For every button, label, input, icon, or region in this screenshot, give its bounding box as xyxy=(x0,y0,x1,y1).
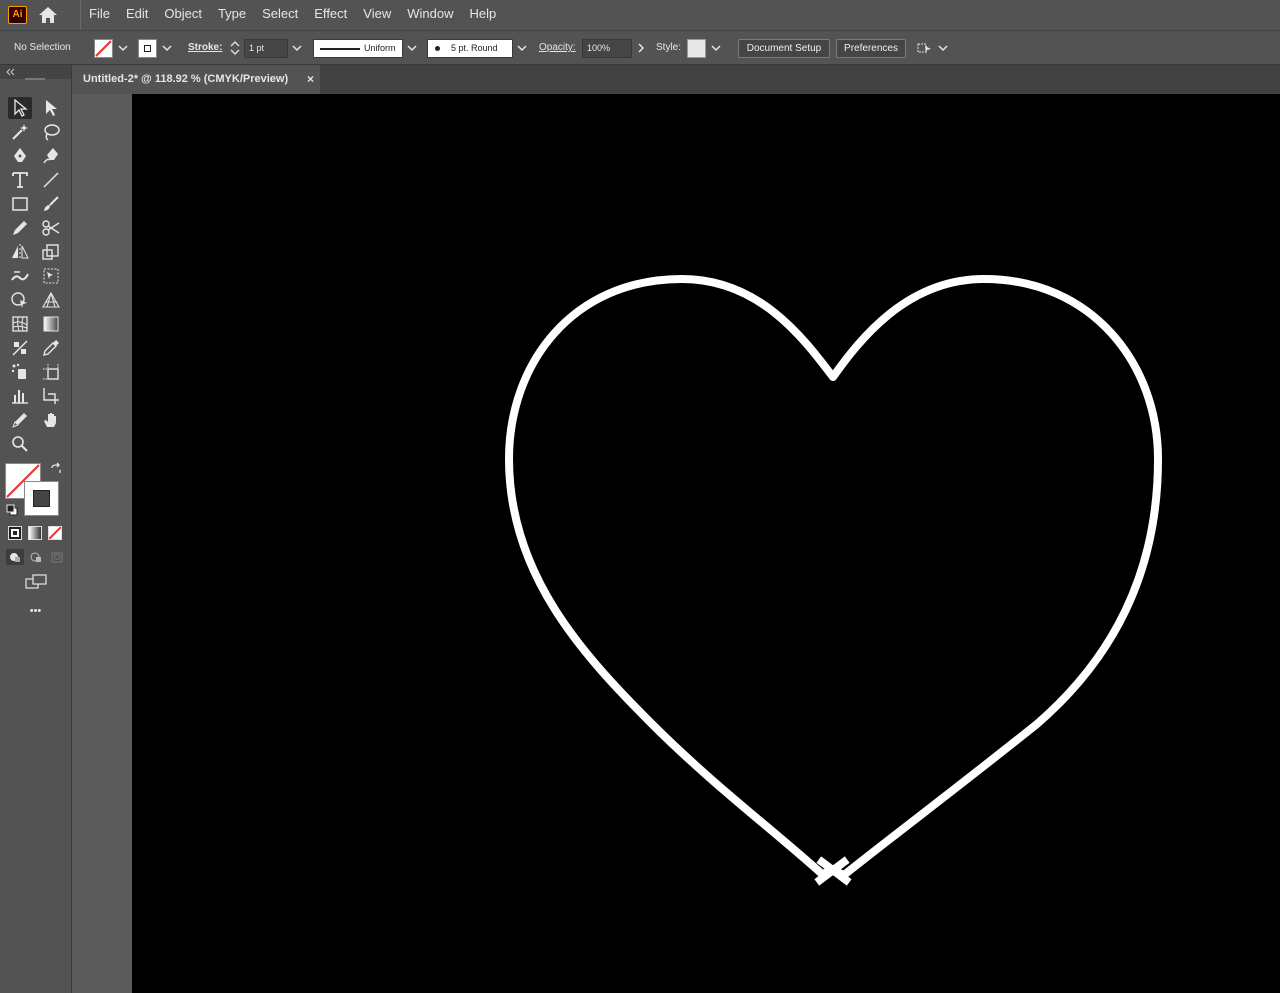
menu-select[interactable]: Select xyxy=(254,0,306,30)
stroke-profile-label: Uniform xyxy=(364,43,396,53)
document-setup-button[interactable]: Document Setup xyxy=(738,39,830,58)
chevron-down-icon[interactable] xyxy=(116,40,130,56)
curvature-tool-icon[interactable] xyxy=(39,145,63,167)
document-tab-title: Untitled-2* @ 118.92 % (CMYK/Preview) xyxy=(83,73,289,85)
blend-tool-icon[interactable] xyxy=(8,337,32,359)
draw-normal-icon[interactable] xyxy=(6,549,24,565)
paintbrush-tool-icon[interactable] xyxy=(39,193,63,215)
artboard-tool-icon[interactable] xyxy=(39,361,63,383)
home-icon[interactable] xyxy=(37,5,59,25)
menu-edit[interactable]: Edit xyxy=(118,0,156,30)
selection-tool-icon[interactable] xyxy=(8,97,32,119)
symbol-sprayer-tool-icon[interactable] xyxy=(8,361,32,383)
fill-swatch[interactable] xyxy=(94,39,113,58)
menu-help[interactable]: Help xyxy=(461,0,504,30)
magic-wand-tool-icon[interactable] xyxy=(8,121,32,143)
chevron-down-icon[interactable] xyxy=(405,40,419,56)
shape-builder-tool-icon[interactable] xyxy=(8,289,32,311)
chevron-down-icon[interactable] xyxy=(290,40,304,56)
menu-list: File Edit Object Type Select Effect View Window… xyxy=(80,0,504,30)
eraser-tool-icon[interactable] xyxy=(8,409,32,431)
tools-panel: ••• xyxy=(0,65,72,993)
panel-header xyxy=(0,65,71,80)
hand-tool-icon[interactable] xyxy=(39,409,63,431)
draw-inside-icon[interactable] xyxy=(48,549,66,565)
app-logo: Ai xyxy=(8,6,27,24)
gradient-mode-icon[interactable] xyxy=(28,526,42,540)
style-swatch[interactable] xyxy=(687,39,706,58)
lasso-tool-icon[interactable] xyxy=(39,121,63,143)
direct-selection-tool-icon[interactable] xyxy=(39,97,63,119)
menu-bar: Ai File Edit Object Type Select Effect View Win… xyxy=(0,0,1280,30)
style-label: Style: xyxy=(656,42,682,53)
stroke-profile-dropdown[interactable]: Uniform xyxy=(313,39,403,58)
chevron-down-icon[interactable] xyxy=(160,40,174,56)
document-tab-bar: Untitled-2* @ 118.92 % (CMYK/Preview) × xyxy=(72,65,1280,94)
warp-tool-icon[interactable] xyxy=(8,265,32,287)
menu-view[interactable]: View xyxy=(355,0,399,30)
collapse-icon[interactable] xyxy=(4,65,18,79)
document-tab[interactable]: Untitled-2* @ 118.92 % (CMYK/Preview) × xyxy=(72,65,320,94)
menu-type[interactable]: Type xyxy=(210,0,254,30)
artboard[interactable] xyxy=(132,94,1280,993)
scissors-tool-icon[interactable] xyxy=(39,217,63,239)
stroke-label[interactable]: Stroke: xyxy=(188,31,222,65)
close-icon[interactable]: × xyxy=(307,65,314,93)
color-mode-icon[interactable] xyxy=(8,526,22,540)
default-colors-icon[interactable] xyxy=(5,503,19,517)
eyedropper-tool-icon[interactable] xyxy=(39,337,63,359)
slice-tool-icon[interactable] xyxy=(39,385,63,407)
menu-file[interactable]: File xyxy=(81,0,118,30)
brush-dot-icon xyxy=(435,46,440,51)
opacity-field[interactable]: 100% xyxy=(582,39,632,58)
stroke-swatch[interactable] xyxy=(138,39,157,58)
chevron-right-icon[interactable] xyxy=(634,40,648,56)
mesh-tool-icon[interactable] xyxy=(8,313,32,335)
column-graph-tool-icon[interactable] xyxy=(8,385,32,407)
pencil-tool-icon[interactable] xyxy=(8,217,32,239)
rectangle-tool-icon[interactable] xyxy=(8,193,32,215)
heart-shape[interactable] xyxy=(132,94,1280,993)
selection-status: No Selection xyxy=(14,42,71,53)
chevron-down-icon[interactable] xyxy=(515,40,529,56)
brush-dropdown[interactable]: 5 pt. Round xyxy=(427,39,513,58)
control-bar: No Selection Stroke: 1 pt Uniform 5 pt. … xyxy=(0,30,1280,65)
menu-object[interactable]: Object xyxy=(156,0,210,30)
pasteboard[interactable] xyxy=(72,94,132,993)
gradient-tool-icon[interactable] xyxy=(39,313,63,335)
screen-mode-icon[interactable] xyxy=(24,573,48,591)
opacity-label[interactable]: Opacity: xyxy=(539,31,576,65)
type-tool-icon[interactable] xyxy=(8,169,32,191)
draw-behind-icon[interactable] xyxy=(27,549,45,565)
stroke-color-swatch[interactable] xyxy=(24,481,59,516)
menu-effect[interactable]: Effect xyxy=(306,0,355,30)
pen-tool-icon[interactable] xyxy=(8,145,32,167)
profile-line-icon xyxy=(320,48,360,50)
menu-window[interactable]: Window xyxy=(399,0,461,30)
arrange-icon[interactable] xyxy=(916,40,934,56)
perspective-grid-tool-icon[interactable] xyxy=(39,289,63,311)
chevron-down-icon[interactable] xyxy=(709,40,723,56)
stroke-weight-field[interactable]: 1 pt xyxy=(244,39,288,58)
reflect-tool-icon[interactable] xyxy=(8,241,32,263)
chevron-down-icon[interactable] xyxy=(936,40,950,56)
scale-tool-icon[interactable] xyxy=(39,241,63,263)
stepper-icon[interactable] xyxy=(228,40,242,56)
swap-colors-icon[interactable] xyxy=(49,462,63,476)
more-tools-icon[interactable]: ••• xyxy=(0,605,71,617)
free-transform-tool-icon[interactable] xyxy=(39,265,63,287)
preferences-button[interactable]: Preferences xyxy=(836,39,906,58)
brush-label: 5 pt. Round xyxy=(451,43,498,53)
none-mode-icon[interactable] xyxy=(48,526,62,540)
zoom-tool-icon[interactable] xyxy=(8,433,32,455)
line-tool-icon[interactable] xyxy=(39,169,63,191)
